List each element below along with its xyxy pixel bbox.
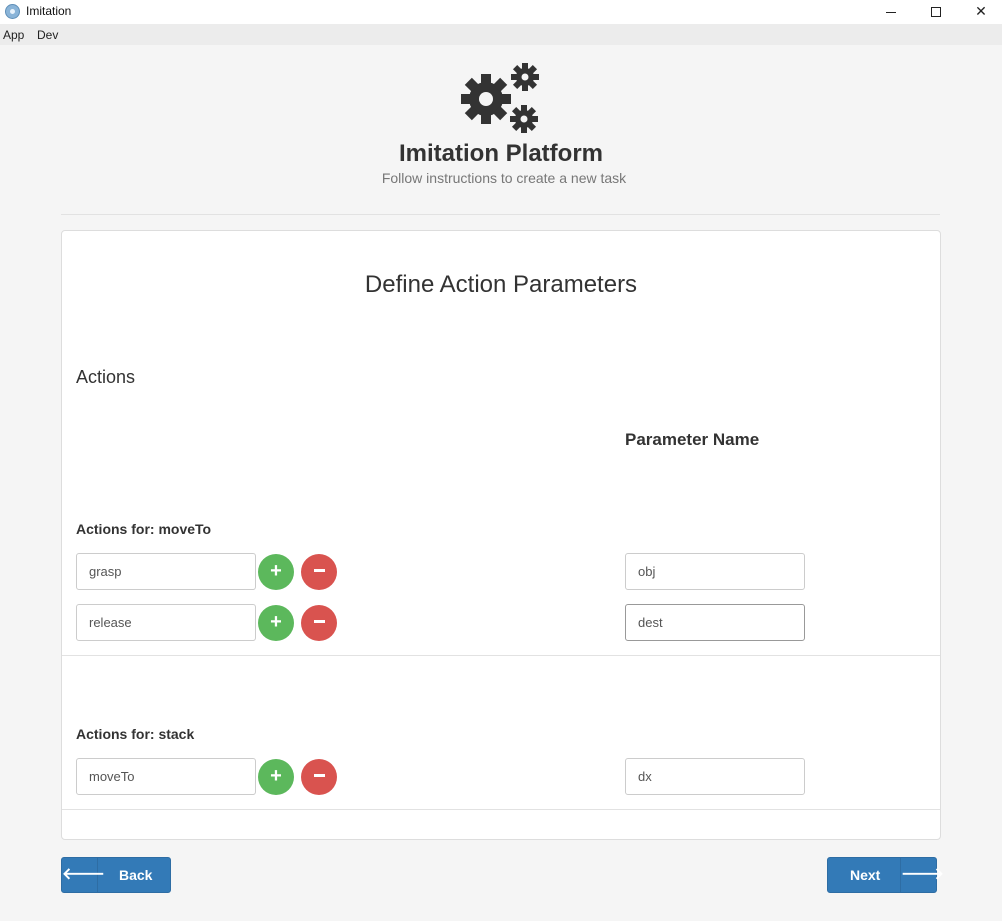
action-parameters-panel: Define Action Parameters Actions Paramet… bbox=[61, 230, 941, 840]
group-divider bbox=[62, 809, 940, 810]
remove-action-button[interactable] bbox=[301, 605, 337, 641]
back-label: Back bbox=[119, 867, 153, 883]
page-title: Imitation Platform bbox=[398, 140, 603, 167]
parameter-name-heading: Parameter Name bbox=[625, 430, 760, 449]
minus-icon bbox=[313, 619, 325, 623]
arrow-right-icon: 🡒 bbox=[900, 858, 944, 892]
action-field-release[interactable]: release bbox=[76, 604, 256, 641]
minus-icon bbox=[313, 773, 325, 777]
add-action-button[interactable]: + bbox=[258, 554, 294, 590]
action-field-moveto[interactable]: moveTo bbox=[76, 758, 256, 795]
minus-icon bbox=[313, 568, 325, 572]
remove-action-button[interactable] bbox=[301, 554, 337, 590]
close-icon[interactable]: ✕ bbox=[958, 0, 1002, 22]
title-bar: Imitation ✕ bbox=[0, 0, 1002, 24]
window-title: Imitation bbox=[26, 4, 72, 18]
arrow-left-icon: 🡐 bbox=[62, 858, 105, 892]
menu-bar: App Dev bbox=[0, 24, 1002, 45]
menu-item-dev[interactable]: Dev bbox=[37, 28, 58, 42]
remove-action-button[interactable] bbox=[301, 759, 337, 795]
panel-title: Define Action Parameters bbox=[364, 271, 638, 298]
page-subtitle: Follow instructions to create a new task bbox=[381, 170, 627, 186]
group-label-moveto: Actions for: moveTo bbox=[76, 521, 212, 537]
menu-item-app[interactable]: App bbox=[3, 28, 24, 42]
actions-heading: Actions bbox=[76, 367, 136, 387]
group-label-stack: Actions for: stack bbox=[76, 726, 195, 742]
gears-icon bbox=[461, 63, 539, 133]
next-button[interactable]: Next 🡒 bbox=[827, 857, 944, 893]
action-field-grasp[interactable]: grasp bbox=[76, 553, 256, 590]
add-action-button[interactable]: + bbox=[258, 759, 294, 795]
next-label: Next bbox=[850, 867, 881, 883]
header-divider bbox=[61, 214, 940, 215]
back-button[interactable]: 🡐 Back bbox=[61, 857, 171, 893]
parameter-field-obj[interactable]: obj bbox=[625, 553, 805, 590]
parameter-field-dx[interactable]: dx bbox=[625, 758, 805, 795]
add-action-button[interactable]: + bbox=[258, 605, 294, 641]
group-divider bbox=[62, 655, 940, 656]
parameter-field-dest[interactable]: dest bbox=[625, 604, 805, 641]
electron-icon bbox=[5, 4, 20, 19]
minimize-icon[interactable] bbox=[868, 0, 914, 22]
maximize-icon[interactable] bbox=[913, 0, 959, 22]
